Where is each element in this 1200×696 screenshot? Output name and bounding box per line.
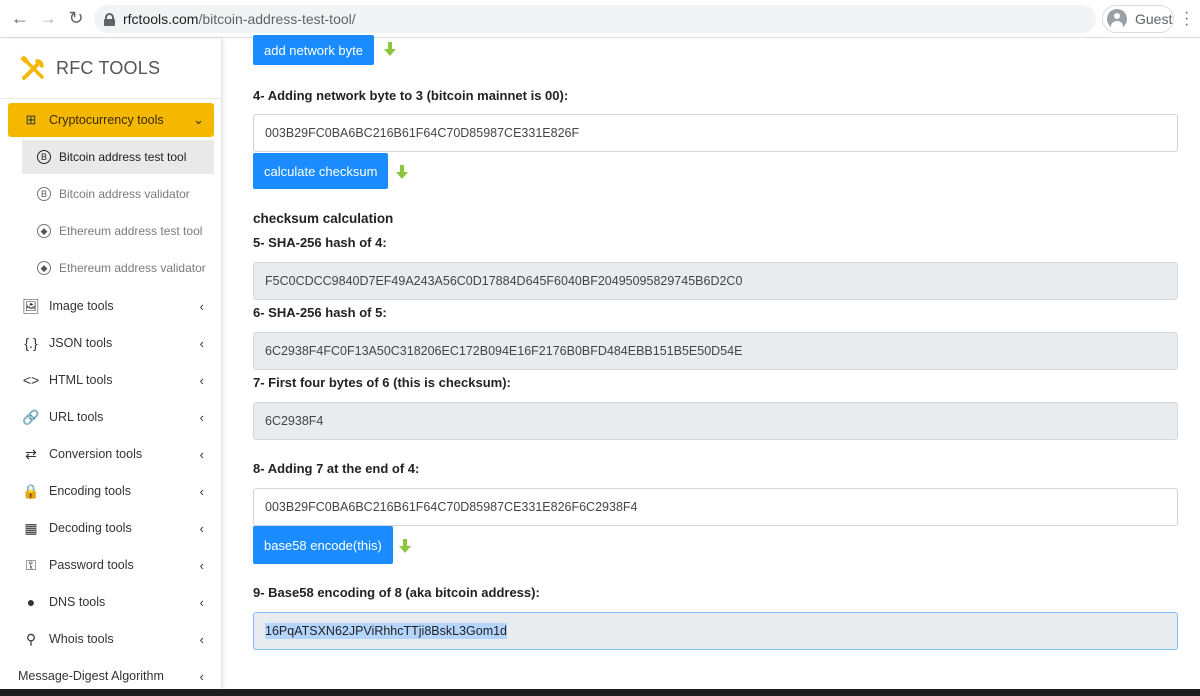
code-icon: <> <box>22 372 40 388</box>
step7-field[interactable]: 6C2938F4 <box>253 402 1178 440</box>
step8-label: 8- Adding 7 at the end of 4: <box>253 461 420 476</box>
taskbar-strip <box>0 689 1200 696</box>
chevron-left-icon: ‹ <box>199 594 204 610</box>
step8-field[interactable]: 003B29FC0BA6BC216B61F64C70D85987CE331E82… <box>253 488 1178 526</box>
guest-avatar-icon <box>1107 9 1127 29</box>
sidebar-item-label: DNS tools <box>49 595 106 609</box>
sidebar-subitem-label: Ethereum address validator <box>59 261 206 275</box>
step9-field[interactable]: 16PqATSXN62JPViRhhcTTji8BskL3Gom1d <box>253 612 1178 650</box>
chevron-left-icon: ‹ <box>199 483 204 499</box>
image-icon: 🖼 <box>22 297 40 314</box>
sidebar-subitem-bitcoin-address-validator[interactable]: B Bitcoin address validator <box>22 177 214 211</box>
back-arrow-icon[interactable]: ← <box>6 5 34 33</box>
sidebar-item-html-tools[interactable]: <> HTML tools ‹ <box>8 363 214 397</box>
step6-field[interactable]: 6C2938F4FC0F13A50C318206EC172B094E16F217… <box>253 332 1178 370</box>
sidebar-item-json-tools[interactable]: {.} JSON tools ‹ <box>8 326 214 360</box>
chevron-left-icon: ‹ <box>199 557 204 573</box>
chevron-left-icon: ‹ <box>199 409 204 425</box>
sidebar-item-dns-tools[interactable]: ● DNS tools ‹ <box>8 585 214 619</box>
sidebar-subitem-label: Bitcoin address test tool <box>59 150 187 164</box>
chevron-down-icon: ⌄ <box>193 112 204 127</box>
brand-logo[interactable]: RFC TOOLS <box>0 39 221 99</box>
sidebar-subitem-ethereum-address-test-tool[interactable]: ◆ Ethereum address test tool <box>22 214 214 248</box>
down-arrow-icon <box>396 165 408 179</box>
step9-label: 9- Base58 encoding of 8 (aka bitcoin add… <box>253 585 540 600</box>
sidebar-item-label: Message-Digest Algorithm <box>18 669 164 683</box>
profile-label: Guest <box>1135 11 1173 27</box>
chevron-left-icon: ‹ <box>199 372 204 388</box>
sidebar-item-cryptocurrency-tools[interactable]: ⊞ Cryptocurrency tools ⌄ <box>8 103 214 137</box>
sidebar-subitem-label: Bitcoin address validator <box>59 187 190 201</box>
encode-icon: 🔒 <box>22 482 40 499</box>
sidebar-item-password-tools[interactable]: ⚿ Password tools ‹ <box>8 548 214 582</box>
address-bar[interactable]: rfctools.com/bitcoin-address-test-tool/ <box>94 5 1096 33</box>
chevron-left-icon: ‹ <box>199 668 204 684</box>
sidebar-item-label: Encoding tools <box>49 484 132 498</box>
chevron-left-icon: ‹ <box>199 520 204 536</box>
sidebar-item-encoding-tools[interactable]: 🔒 Encoding tools ‹ <box>8 474 214 508</box>
sidebar: RFC TOOLS ⊞ Cryptocurrency tools ⌄ B Bit… <box>0 39 222 689</box>
reload-icon[interactable]: ↻ <box>62 5 90 33</box>
sidebar-item-message-digest-algorithm[interactable]: Message-Digest Algorithm ‹ <box>0 659 206 689</box>
calculate-checksum-button[interactable]: calculate checksum <box>253 153 389 189</box>
brand-name: RFC TOOLS <box>56 58 161 78</box>
convert-icon: ⇄ <box>25 445 37 462</box>
globe-icon: ● <box>26 594 36 610</box>
ethereum-icon: ◆ <box>37 224 51 238</box>
braces-icon: {.} <box>24 335 38 351</box>
lock-icon <box>104 12 115 26</box>
key-icon: ⚿ <box>25 556 37 573</box>
sidebar-item-whois-tools[interactable]: ⚲ Whois tools ‹ <box>8 622 214 656</box>
chevron-left-icon: ‹ <box>199 335 204 351</box>
sidebar-item-image-tools[interactable]: 🖼 Image tools ‹ <box>8 289 214 323</box>
sidebar-item-url-tools[interactable]: 🔗 URL tools ‹ <box>8 400 214 434</box>
chevron-left-icon: ‹ <box>199 446 204 462</box>
checksum-heading: checksum calculation <box>253 211 394 226</box>
sidebar-item-label: JSON tools <box>49 336 113 350</box>
search-icon: ⚲ <box>25 630 37 647</box>
decode-icon: ▦ <box>24 519 38 536</box>
sidebar-item-label: URL tools <box>49 410 104 424</box>
down-arrow-icon <box>384 42 396 56</box>
bitcoin-icon: B <box>37 187 51 201</box>
forward-arrow-icon[interactable]: → <box>34 5 62 33</box>
chevron-left-icon: ‹ <box>199 631 204 647</box>
menu-kebab-icon[interactable]: · · · <box>1184 5 1189 33</box>
grid-icon: ⊞ <box>25 112 37 127</box>
step4-field[interactable]: 003B29FC0BA6BC216B61F64C70D85987CE331E82… <box>253 114 1178 152</box>
down-arrow-icon <box>399 539 411 553</box>
base58-encode-button[interactable]: base58 encode(this) <box>253 526 393 564</box>
sidebar-subitem-ethereum-address-validator[interactable]: ◆ Ethereum address validator <box>22 251 214 285</box>
step6-label: 6- SHA-256 hash of 5: <box>253 305 387 320</box>
step9-selected-text: 16PqATSXN62JPViRhhcTTji8BskL3Gom1d <box>265 623 508 639</box>
add-network-byte-button[interactable]: add network byte <box>253 35 375 65</box>
url-path: /bitcoin-address-test-tool/ <box>198 11 356 27</box>
step7-label: 7- First four bytes of 6 (this is checks… <box>253 375 511 390</box>
chevron-left-icon: ‹ <box>199 298 204 314</box>
bitcoin-icon: B <box>37 150 51 164</box>
sidebar-item-label: Password tools <box>49 558 134 572</box>
sidebar-subitem-label: Ethereum address test tool <box>59 224 203 238</box>
browser-toolbar: ← → ↻ rfctools.com/bitcoin-address-test-… <box>0 0 1200 38</box>
sidebar-item-label: Whois tools <box>49 632 114 646</box>
link-icon: 🔗 <box>22 408 40 425</box>
sidebar-item-label: Decoding tools <box>49 521 132 535</box>
sidebar-item-label: Conversion tools <box>49 447 143 461</box>
step5-label: 5- SHA-256 hash of 4: <box>253 235 387 250</box>
url-host: rfctools.com <box>123 11 199 27</box>
tools-logo-icon <box>20 55 44 80</box>
sidebar-subitem-bitcoin-address-test-tool[interactable]: B Bitcoin address test tool <box>22 140 214 174</box>
profile-button[interactable]: Guest <box>1102 5 1174 33</box>
sidebar-item-decoding-tools[interactable]: ▦ Decoding tools ‹ <box>8 511 214 545</box>
sidebar-item-label: Cryptocurrency tools <box>49 113 164 127</box>
step4-label: 4- Adding network byte to 3 (bitcoin mai… <box>253 88 569 103</box>
step5-field[interactable]: F5C0CDCC9840D7EF49A243A56C0D17884D645F60… <box>253 262 1178 300</box>
sidebar-item-label: Image tools <box>49 299 114 313</box>
main-content: add network byte 4- Adding network byte … <box>237 35 1200 689</box>
sidebar-item-conversion-tools[interactable]: ⇄ Conversion tools ‹ <box>8 437 214 471</box>
sidebar-item-label: HTML tools <box>49 373 113 387</box>
ethereum-icon: ◆ <box>37 261 51 275</box>
